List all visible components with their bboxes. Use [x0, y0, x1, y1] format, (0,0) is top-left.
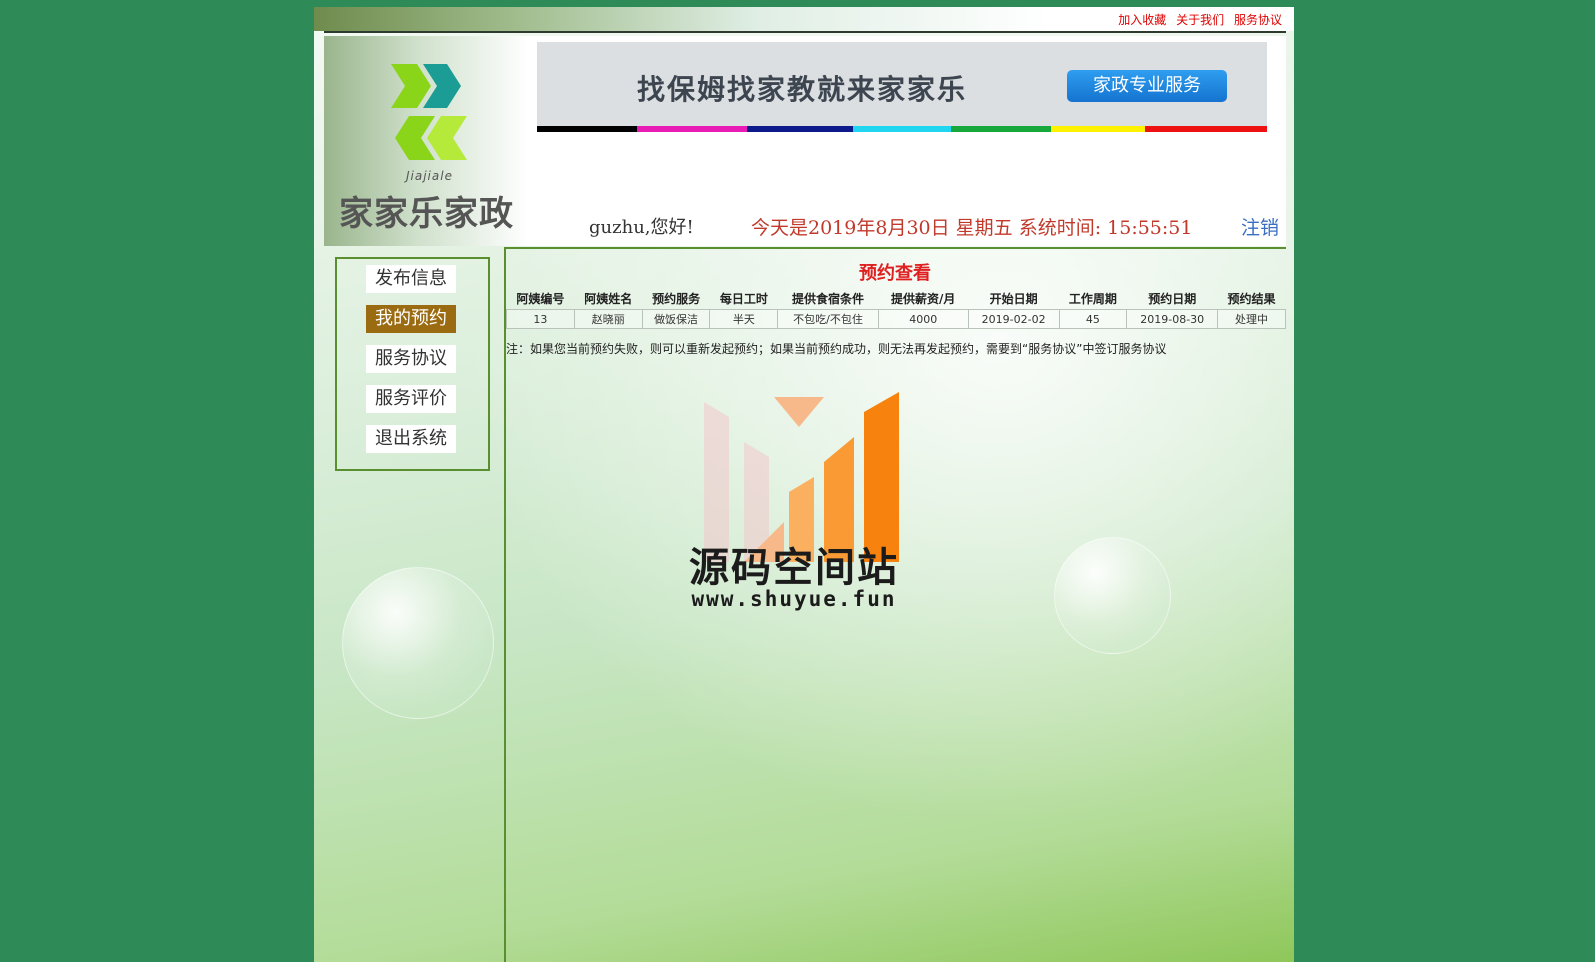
column-header: 预约日期	[1148, 291, 1197, 306]
cell-start-date: 2019-02-02	[967, 309, 1060, 329]
sidebar-menu: 发布信息 我的预约 服务协议 服务评价 退出系统	[335, 257, 490, 471]
watermark-url: www.shuyue.fun	[691, 587, 897, 611]
sidebar-item-review[interactable]: 服务评价	[366, 385, 456, 413]
banner-title: 找保姆找家教就来家家乐	[637, 73, 968, 106]
sidebar-item-agreement[interactable]: 服务协议	[366, 345, 456, 373]
column-header: 阿姨编号	[516, 291, 565, 306]
column-header: 提供食宿条件	[791, 291, 864, 306]
decor-bubble	[342, 567, 494, 719]
page-title: 预约查看	[859, 263, 931, 284]
cell-salary: 4000	[877, 309, 969, 329]
banner-service-button[interactable]: 家政专业服务	[1067, 70, 1227, 102]
column-header: 阿姨姓名	[584, 291, 633, 306]
column-header: 每日工时	[719, 291, 768, 306]
service-agreement-link[interactable]: 服务协议	[1234, 13, 1282, 27]
stripe-segment	[1051, 126, 1145, 132]
header: Jiajiale 家家乐家政 找保姆找家教就来家家乐 家政专业服务 guzhu,…	[324, 36, 1286, 246]
logo: Jiajiale 家家乐家政	[324, 36, 529, 246]
stripe-segment	[1145, 126, 1267, 132]
page: 加入收藏 关于我们 服务协议 Jiajiale 家家乐家政 找保姆找家教就来家家…	[314, 7, 1294, 962]
cell-daily-hours: 半天	[709, 309, 779, 329]
datetime-text: 今天是2019年8月30日 星期五 系统时间: 15:55:51	[751, 217, 1193, 239]
column-header: 预约结果	[1227, 291, 1276, 306]
cell-aunt-name: 赵晓丽	[573, 309, 643, 329]
top-links: 加入收藏 关于我们 服务协议	[1112, 11, 1282, 28]
cell-board-lodging: 不包吃/不包住	[777, 309, 879, 329]
sidebar-item-exit[interactable]: 退出系统	[366, 425, 456, 453]
stripe-segment	[747, 126, 853, 132]
logo-small-text: Jiajiale	[406, 169, 453, 183]
column-header: 工作周期	[1068, 291, 1117, 306]
cell-work-period: 45	[1058, 309, 1128, 329]
cell-result: 处理中	[1217, 309, 1286, 329]
watermark-title: 源码空间站	[689, 545, 899, 591]
cell-reservation-date: 2019-08-30	[1126, 309, 1219, 329]
cell-service: 做饭保洁	[641, 309, 711, 329]
logout-link[interactable]: 注销	[1241, 213, 1279, 240]
sidebar-item-my-reservations[interactable]: 我的预约	[366, 305, 456, 333]
stripe-segment	[853, 126, 951, 132]
column-header: 提供薪资/月	[891, 291, 956, 306]
reservation-table: 阿姨编号 阿姨姓名 预约服务 每日工时 提供食宿条件 提供薪资/月 开始日期 工…	[506, 287, 1286, 329]
about-us-link[interactable]: 关于我们	[1176, 13, 1224, 27]
add-favorite-link[interactable]: 加入收藏	[1118, 13, 1166, 27]
main-border	[504, 247, 1286, 249]
column-header: 预约服务	[652, 291, 701, 306]
cell-aunt-id: 13	[506, 309, 575, 329]
sidebar-item-publish[interactable]: 发布信息	[366, 265, 456, 293]
logo-chevrons-icon	[391, 64, 467, 160]
logo-name: 家家乐家政	[339, 194, 514, 234]
banner: 找保姆找家教就来家家乐 家政专业服务	[537, 42, 1267, 126]
column-header: 开始日期	[989, 291, 1038, 306]
stripe-segment	[537, 126, 637, 132]
table-row: 13 赵晓丽 做饭保洁 半天 不包吃/不包住 4000 2019-02-02 4…	[506, 309, 1286, 329]
stripe-segment	[637, 126, 747, 132]
stripe-segment	[951, 126, 1051, 132]
welcome-text: guzhu,您好!	[589, 217, 694, 238]
top-divider	[324, 31, 1286, 33]
table-header-row: 阿姨编号 阿姨姓名 预约服务 每日工时 提供食宿条件 提供薪资/月 开始日期 工…	[507, 287, 1286, 310]
top-strip: 加入收藏 关于我们 服务协议	[314, 7, 1294, 31]
decor-bubble	[1054, 537, 1171, 654]
banner-color-stripe	[537, 126, 1267, 132]
